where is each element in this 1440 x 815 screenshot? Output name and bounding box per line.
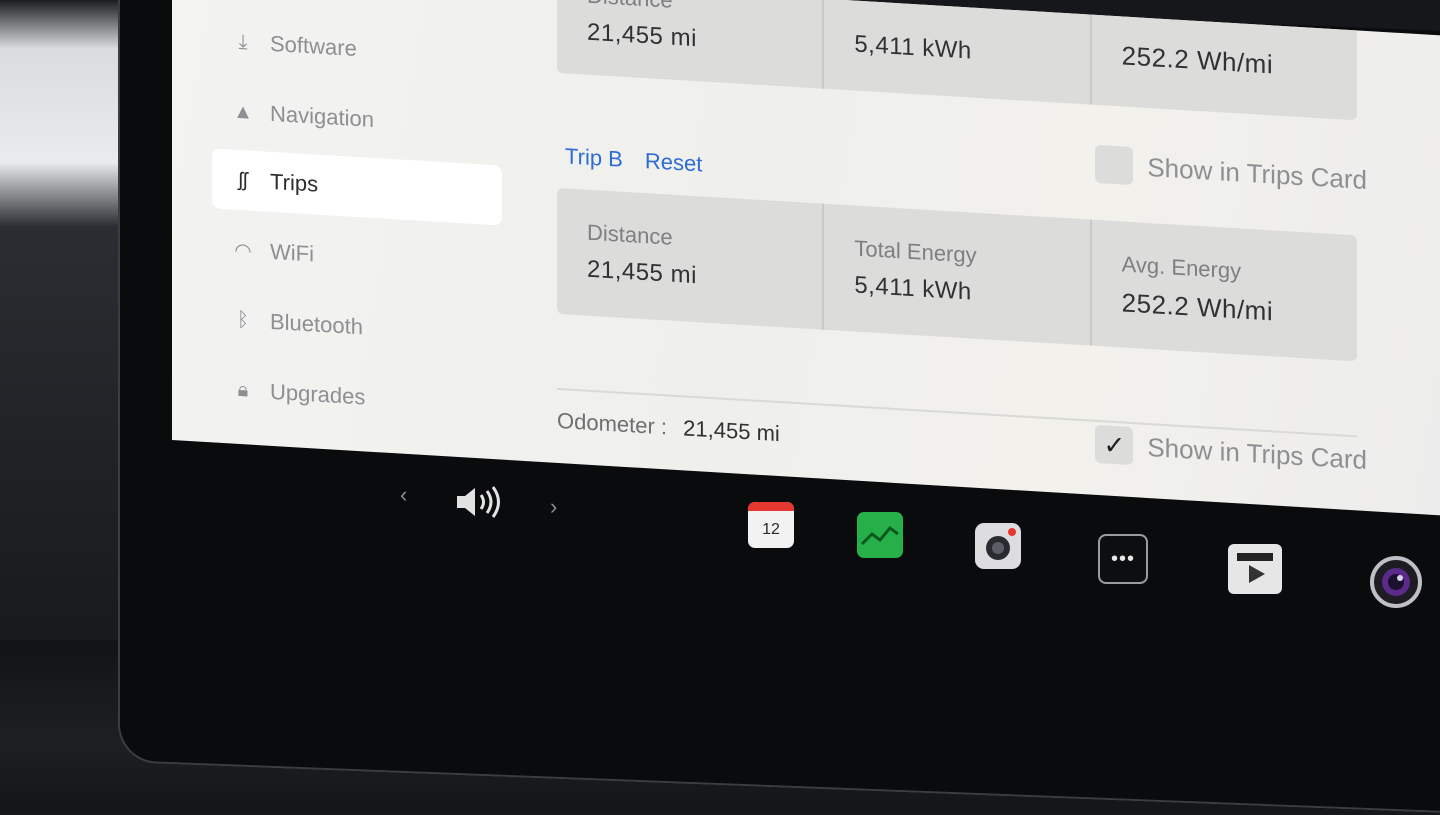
checkbox-checked[interactable]: ✓: [1095, 424, 1134, 466]
settings-sidebar: ⤓ Software ▲ Navigation ʃʃ Trips ◠ WiFi …: [172, 0, 512, 460]
stat-label: Distance: [587, 219, 673, 250]
sidebar-item-label: WiFi: [270, 238, 314, 267]
bluetooth-icon: ᛒ: [237, 308, 249, 332]
stat-value: 5,411 kWh: [854, 271, 972, 306]
lock-icon: 🔒︎: [237, 378, 249, 402]
stat-label: Total Energy: [854, 235, 977, 268]
stat-value: 21,455 mi: [587, 18, 697, 53]
theater-icon[interactable]: [1228, 544, 1282, 594]
sidebar-item-label: Trips: [270, 168, 319, 197]
stocks-chart-glyph: [860, 525, 899, 546]
stat-value: 252.2 Wh/mi: [1121, 40, 1274, 80]
stocks-icon[interactable]: [857, 512, 903, 558]
calendar-header: [748, 502, 794, 511]
odometer: Odometer : 21,455 mi: [557, 408, 780, 447]
trip-b-energy: Total Energy 5,411 kWh: [824, 203, 1092, 346]
camera-icon[interactable]: [975, 523, 1021, 569]
lens-icon[interactable]: [1370, 556, 1422, 608]
more-dots: •••: [1110, 547, 1135, 570]
sidebar-item-label: Software: [270, 30, 357, 61]
download-icon: ⤓: [238, 30, 248, 53]
trip-a-stats: Distance 21,455 mi 5,411 kWh 252.2 Wh/mi: [557, 0, 1357, 121]
sidebar-item-label: Upgrades: [270, 378, 366, 410]
trip-b-avg-energy: Avg. Energy 252.2 Wh/mi: [1092, 220, 1357, 362]
camera-lens-glyph: [986, 528, 1016, 560]
checkbox-unchecked[interactable]: [1095, 144, 1134, 186]
stat-label: Avg. Energy: [1121, 251, 1242, 284]
sidebar-item-label: Navigation: [270, 100, 374, 132]
sidebar-item-trips[interactable]: ʃʃ Trips: [212, 148, 502, 226]
sidebar-item-software[interactable]: ⤓ Software: [212, 10, 502, 87]
chevron-right-icon[interactable]: ›: [550, 494, 557, 520]
volume-icon[interactable]: [455, 484, 505, 520]
checkmark-icon: ✓: [1103, 428, 1126, 461]
navigation-arrow-icon: ▲: [233, 100, 253, 124]
reset-button[interactable]: Reset: [645, 148, 702, 177]
stat-value: 5,411 kWh: [854, 30, 972, 65]
trip-b-stats: Distance 21,455 mi Total Energy 5,411 kW…: [557, 187, 1357, 362]
sidebar-item-bluetooth[interactable]: ᛒ Bluetooth: [212, 288, 502, 365]
theater-play-glyph: [1237, 553, 1273, 583]
calendar-icon[interactable]: 12: [748, 502, 794, 548]
lens-glyph: [1382, 568, 1410, 596]
trip-a-avg-energy: 252.2 Wh/mi: [1092, 5, 1357, 121]
trip-a-distance: Distance 21,455 mi: [557, 0, 825, 89]
sidebar-item-label: Bluetooth: [270, 308, 363, 340]
sidebar-item-navigation[interactable]: ▲ Navigation: [212, 80, 502, 157]
sidebar-item-upgrades[interactable]: 🔒︎ Upgrades: [212, 358, 502, 435]
trip-b-distance: Distance 21,455 mi: [557, 187, 825, 330]
odometer-value: 21,455 mi: [683, 415, 780, 447]
sidebar-item-wifi[interactable]: ◠ WiFi: [212, 218, 502, 295]
trip-b-title: Trip B: [565, 143, 623, 172]
trip-b-header: Trip B Reset: [565, 143, 702, 177]
odometer-label: Odometer :: [557, 407, 668, 440]
show-in-trips-card-label: Show in Trips Card: [1147, 431, 1367, 475]
trip-a-energy: 5,411 kWh: [824, 0, 1092, 105]
trips-icon: ʃʃ: [238, 168, 248, 191]
settings-screen: ⤓ Software ▲ Navigation ʃʃ Trips ◠ WiFi …: [172, 0, 1440, 518]
stat-label: Distance: [587, 0, 792, 21]
trips-panel: Distance 21,455 mi 5,411 kWh 252.2 Wh/mi…: [557, 0, 1367, 511]
trip-b-show-toggle[interactable]: Show in Trips Card: [1095, 144, 1367, 199]
show-in-trips-card-label: Show in Trips Card: [1147, 151, 1367, 195]
stat-value: 21,455 mi: [587, 255, 697, 290]
chevron-left-icon[interactable]: ‹: [400, 482, 407, 508]
stat-value: 252.2 Wh/mi: [1121, 287, 1274, 327]
wifi-icon: ◠: [234, 239, 252, 263]
calendar-day: 12: [762, 520, 780, 538]
more-icon[interactable]: •••: [1098, 534, 1148, 584]
